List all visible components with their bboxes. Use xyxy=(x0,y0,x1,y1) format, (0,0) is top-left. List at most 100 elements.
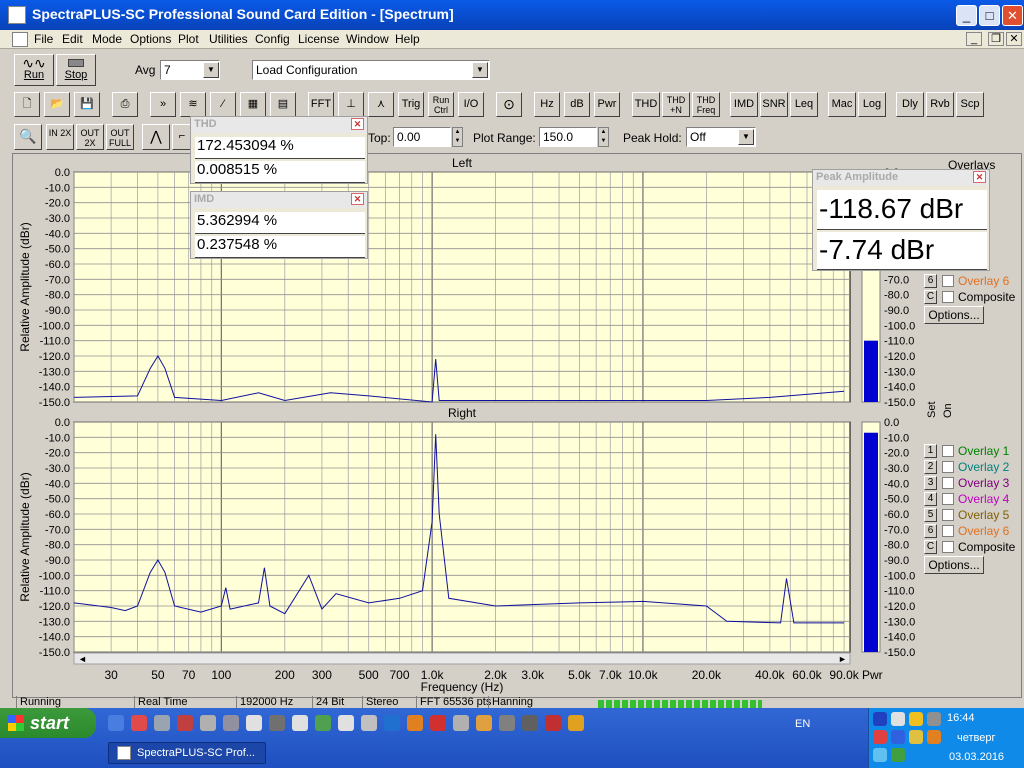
left-meter-tick-label: -80.0 xyxy=(884,290,909,302)
scroll-right-icon[interactable]: ► xyxy=(838,654,847,664)
tray-icon[interactable] xyxy=(873,730,887,744)
status-cell: 192000 Hz xyxy=(236,696,293,708)
left-ytick-label: -100.0 xyxy=(39,320,70,332)
overlay-checkbox[interactable] xyxy=(942,461,954,473)
left-ytick-label: -20.0 xyxy=(45,198,70,210)
tray-icon[interactable] xyxy=(891,730,905,744)
tray-icon[interactable] xyxy=(873,712,887,726)
language-indicator[interactable]: EN xyxy=(795,718,810,730)
tray-icon[interactable] xyxy=(873,748,887,762)
overlay-checkbox[interactable] xyxy=(942,509,954,521)
quick-launch-icon[interactable] xyxy=(177,715,193,731)
xlabel: Frequency (Hz) xyxy=(421,680,504,694)
quick-launch-icon[interactable] xyxy=(568,715,584,731)
overlay-label: Overlay 6 xyxy=(958,524,1010,538)
right-meter-tick-label: -90.0 xyxy=(884,555,909,567)
imd-close-icon[interactable]: ✕ xyxy=(351,193,364,205)
clock-date: 03.03.2016 xyxy=(949,751,1005,763)
xtick-label: 3.0k xyxy=(521,668,545,682)
quick-launch-icon[interactable] xyxy=(545,715,561,731)
quick-launch-icon[interactable] xyxy=(246,715,262,731)
thd-window[interactable]: THD ✕ 172.453094 % 0.008515 % xyxy=(190,116,368,184)
peak-amplitude-window[interactable]: Peak Amplitude ✕ -118.67 dBr -7.74 dBr xyxy=(812,169,990,271)
overlay-label: Overlay 6 xyxy=(958,274,1010,288)
overlay-set-button[interactable]: 3 xyxy=(924,476,937,490)
overlay-checkbox[interactable] xyxy=(942,477,954,489)
quick-launch-icon[interactable] xyxy=(499,715,515,731)
quick-launch-icon[interactable] xyxy=(131,715,147,731)
imd-window[interactable]: IMD ✕ 5.362994 % 0.237548 % xyxy=(190,191,368,259)
options-button-right[interactable]: Options... xyxy=(924,556,984,574)
clock-time[interactable]: 16:44 xyxy=(947,712,975,724)
left-meter-tick-label: -150.0 xyxy=(884,397,915,409)
quick-launch-icon[interactable] xyxy=(384,715,400,731)
overlay-set-button[interactable]: 5 xyxy=(924,508,937,522)
windows-logo-icon xyxy=(8,715,24,731)
overlay-set-button[interactable]: 6 xyxy=(924,524,937,538)
left-level-bar xyxy=(864,340,878,402)
overlay-set-button[interactable]: C xyxy=(924,540,937,554)
set-column-label: Set xyxy=(926,401,938,418)
quick-launch-icon[interactable] xyxy=(223,715,239,731)
tray-icon[interactable] xyxy=(927,712,941,726)
overlay-set-button[interactable]: 1 xyxy=(924,444,937,458)
overlay-checkbox[interactable] xyxy=(942,493,954,505)
tray-icon[interactable] xyxy=(891,748,905,762)
xtick-label: 5.0k xyxy=(568,668,592,682)
peak-value-left: -118.67 dBr xyxy=(817,190,987,230)
quick-launch-icon[interactable] xyxy=(200,715,216,731)
quick-launch-icon[interactable] xyxy=(338,715,354,731)
quick-launch-icon[interactable] xyxy=(430,715,446,731)
tray-icon[interactable] xyxy=(909,712,923,726)
h-scrollbar[interactable] xyxy=(73,652,851,665)
scroll-left-icon[interactable]: ◄ xyxy=(78,654,87,664)
thd-close-icon[interactable]: ✕ xyxy=(351,118,364,130)
right-meter-tick-label: -10.0 xyxy=(884,432,909,444)
overlay-checkbox[interactable] xyxy=(942,541,954,553)
quick-launch-icon[interactable] xyxy=(453,715,469,731)
right-level-bar xyxy=(864,432,878,652)
xtick-label: 20.0k xyxy=(692,668,722,682)
quick-launch-icon[interactable] xyxy=(315,715,331,731)
tray-icon[interactable] xyxy=(927,730,941,744)
right-ytick-label: -100.0 xyxy=(39,570,70,582)
overlay-checkbox[interactable] xyxy=(942,291,954,303)
quick-launch-icon[interactable] xyxy=(292,715,308,731)
tray-icon[interactable] xyxy=(891,712,905,726)
overlay-checkbox[interactable] xyxy=(942,275,954,287)
right-meter-tick-label: -70.0 xyxy=(884,524,909,536)
overlay-checkbox[interactable] xyxy=(942,445,954,457)
quick-launch-icon[interactable] xyxy=(361,715,377,731)
quick-launch-icon[interactable] xyxy=(269,715,285,731)
overlay-set-button[interactable]: 2 xyxy=(924,460,937,474)
taskbar-item-spectraplus[interactable]: SpectraPLUS-SC Prof... xyxy=(108,742,266,764)
xtick-label: 700 xyxy=(389,668,409,682)
quick-launch-icon[interactable] xyxy=(154,715,170,731)
xtick-label: 200 xyxy=(275,668,295,682)
status-bar: Running Real Time 192000 Hz 24 Bit Stereo FFT… xyxy=(0,696,1024,708)
tray-icon[interactable] xyxy=(909,730,923,744)
peak-value-right: -7.74 dBr xyxy=(817,232,987,270)
right-ytick-label: -60.0 xyxy=(45,509,70,521)
right-meter-tick-label: 0.0 xyxy=(884,417,899,429)
quick-launch-icon[interactable] xyxy=(522,715,538,731)
overlay-label: Overlay 1 xyxy=(958,444,1010,458)
left-ytick-label: -150.0 xyxy=(39,397,70,409)
start-button[interactable]: start xyxy=(0,708,96,738)
left-meter-tick-label: -120.0 xyxy=(884,351,915,363)
quick-launch-icon[interactable] xyxy=(476,715,492,731)
quick-launch-icon[interactable] xyxy=(108,715,124,731)
overlay-set-button[interactable]: 4 xyxy=(924,492,937,506)
overlay-set-button[interactable]: C xyxy=(924,290,937,304)
spectrum-plots[interactable]: 0.0 -10.0 -20.0 -30.0 -40.0 -50.0 -60.0 -70.0 -8… xyxy=(0,0,1024,700)
right-meter-tick-label: -100.0 xyxy=(884,570,915,582)
options-button-left[interactable]: Options... xyxy=(924,306,984,324)
left-ytick-label: 0.0 xyxy=(55,167,70,179)
right-ytick-label: 0.0 xyxy=(55,417,70,429)
overlay-set-button[interactable]: 6 xyxy=(924,274,937,288)
xtick-label: 10.0k xyxy=(628,668,658,682)
right-ytick-label: -90.0 xyxy=(45,555,70,567)
overlay-checkbox[interactable] xyxy=(942,525,954,537)
quick-launch-icon[interactable] xyxy=(407,715,423,731)
peak-close-icon[interactable]: ✕ xyxy=(973,171,986,183)
